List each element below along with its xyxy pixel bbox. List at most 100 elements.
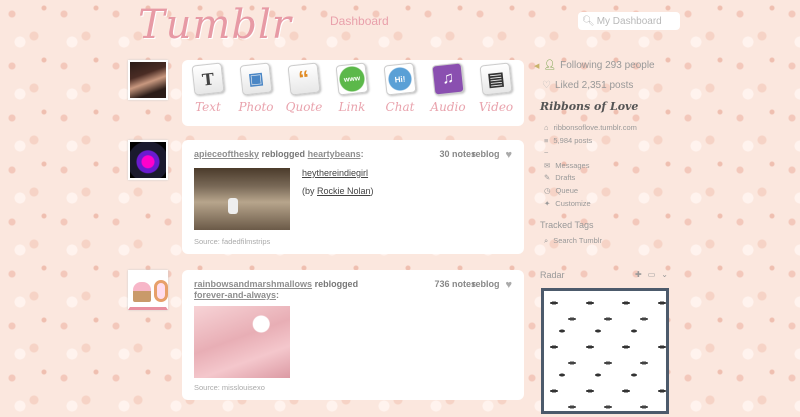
post-type-quote[interactable]: “ Quote <box>282 62 326 114</box>
reblog-icon[interactable]: ✚ <box>635 270 642 280</box>
post-type-label: Link <box>338 100 366 114</box>
post-photo[interactable] <box>194 168 290 230</box>
customize-label: Customize <box>555 198 591 208</box>
blog-url-link[interactable]: ⌂ ribbonsoflove.tumblr.com <box>544 123 684 132</box>
post-type-label: Photo <box>238 100 274 114</box>
post-action: reblogged <box>314 279 359 289</box>
messages-link[interactable]: ✉ Messages <box>544 161 684 170</box>
post-type-link[interactable]: www Link <box>330 62 374 114</box>
post-card: rainbowsandmarshmallows reblogged foreve… <box>182 270 524 400</box>
search-tumblr-label: Search Tumblr <box>553 236 602 246</box>
cupcake-icon <box>133 282 151 302</box>
post-card: apieceofthesky reblogged heartybeans: 30… <box>182 140 524 254</box>
caption-author-link[interactable]: Rockie Nolan <box>317 186 371 196</box>
post-type-label: Video <box>478 100 514 114</box>
quote-icon: “ <box>287 62 321 96</box>
post-type-label: Chat <box>385 100 415 114</box>
post-type-photo[interactable]: ▣ Photo <box>234 62 278 114</box>
like-heart-icon[interactable]: ♥ <box>505 149 512 161</box>
drafts-label: Drafts <box>555 173 576 183</box>
post-source-user-link[interactable]: forever-and-always <box>194 290 276 300</box>
caption-link[interactable]: heythereindiegirl <box>302 168 374 178</box>
post-type-text[interactable]: T Text <box>186 62 230 114</box>
drafts-icon: ✎ <box>544 173 551 183</box>
sidebar: ◀ 👤︎ Following 293 people ♡ Liked 2,351 … <box>534 60 684 249</box>
drafts-link[interactable]: ✎ Drafts <box>544 173 684 182</box>
customize-icon: ✦ <box>544 198 551 208</box>
search-input[interactable]: 🔍︎ My Dashboard <box>578 12 680 30</box>
tumblr-logo[interactable]: Tumblr <box>138 2 292 48</box>
notes-count[interactable]: 736 notes <box>434 279 476 289</box>
follow-icon[interactable]: ⌄ <box>661 270 668 280</box>
post-photo[interactable] <box>194 306 290 378</box>
person-icon: 👤︎ <box>543 60 557 71</box>
own-avatar[interactable] <box>128 60 168 100</box>
queue-label: Queue <box>555 185 579 195</box>
search-icon: ⌕ <box>544 235 549 245</box>
radar-heading: Radar <box>540 270 565 280</box>
post-type-chat[interactable]: Hi! Chat <box>378 62 422 114</box>
post-source[interactable]: Source: misslouisexo <box>194 383 265 392</box>
post-author-link[interactable]: rainbowsandmarshmallows <box>194 279 312 289</box>
radar-controls: ✚ ▭ ⌄ <box>635 270 668 280</box>
caption-by-prefix: (by <box>302 186 318 196</box>
post-type-label: Quote <box>285 100 323 114</box>
colon: : <box>360 149 364 159</box>
post-controls: reblog ♥ <box>472 279 512 291</box>
following-count: Following 293 people <box>560 60 655 71</box>
post-action: reblogged <box>261 149 306 159</box>
post-caption: heythereindiegirl (by Rockie Nolan) <box>302 168 374 196</box>
chat-icon: Hi! <box>383 62 417 96</box>
nav-dashboard-link[interactable]: Dashboard <box>330 14 389 28</box>
tracked-tags-heading: Tracked Tags <box>540 219 594 230</box>
donut-icon <box>154 280 168 302</box>
reblog-button[interactable]: reblog <box>472 279 500 291</box>
liked-count: Liked 2,351 posts <box>554 80 634 91</box>
queue-icon: ◷ <box>544 185 551 195</box>
search-icon: 🔍︎ <box>582 15 595 27</box>
notes-count[interactable]: 30 notes <box>439 149 476 159</box>
messages-label: Messages <box>555 160 590 170</box>
video-icon: ▤ <box>479 62 513 96</box>
envelope-icon: ✉ <box>544 160 551 170</box>
link-icon: www <box>335 62 369 96</box>
tilde-text: ~ <box>544 148 549 158</box>
post-type-bar: T Text ▣ Photo “ Quote www Link Hi! Chat… <box>182 60 524 126</box>
customize-link[interactable]: ✦ Customize <box>544 199 684 208</box>
post-type-audio[interactable]: ♫ Audio <box>426 62 470 114</box>
post-controls: reblog ♥ <box>472 149 512 161</box>
radar-header: Radar ✚ ▭ ⌄ <box>540 270 668 280</box>
arrow-left-icon: ◀ <box>534 62 540 70</box>
post-type-label: Text <box>195 100 221 114</box>
heart-icon: ♡ <box>542 80 551 91</box>
photo-icon: ▣ <box>239 62 273 96</box>
reblog-button[interactable]: reblog <box>472 149 500 161</box>
post-author-link[interactable]: apieceofthesky <box>194 149 259 159</box>
like-heart-icon[interactable]: ♥ <box>505 279 512 291</box>
audio-icon: ♫ <box>431 62 465 96</box>
posts-count: 5,984 posts <box>553 135 593 145</box>
radar-image[interactable] <box>541 288 669 414</box>
post-avatar-2[interactable] <box>128 270 168 310</box>
queue-link[interactable]: ◷ Queue <box>544 186 684 195</box>
search-tumblr-link[interactable]: ⌕ Search Tumblr <box>544 236 684 246</box>
post-header: rainbowsandmarshmallows reblogged foreve… <box>194 279 394 301</box>
post-source-user-link[interactable]: heartybeans <box>308 149 361 159</box>
colon: : <box>276 290 280 300</box>
post-avatar-1[interactable] <box>128 140 168 180</box>
home-icon: ⌂ <box>544 123 549 132</box>
text-icon: T <box>191 62 225 96</box>
blog-title[interactable]: Ribbons of Love <box>540 100 684 113</box>
caption-by-suffix: ) <box>370 186 374 196</box>
posts-link[interactable]: ≡ 5,984 posts <box>544 136 684 145</box>
post-type-video[interactable]: ▤ Video <box>474 62 518 114</box>
like-icon[interactable]: ▭ <box>648 270 656 280</box>
post-source[interactable]: Source: fadedfilmstrips <box>194 237 270 246</box>
search-placeholder: My Dashboard <box>596 15 662 27</box>
blog-url: ribbonsoflove.tumblr.com <box>553 123 637 132</box>
posts-icon: ≡ <box>544 135 549 145</box>
following-row[interactable]: ◀ 👤︎ Following 293 people <box>534 60 684 71</box>
post-type-label: Audio <box>430 100 466 114</box>
tilde-link[interactable]: ~ <box>544 148 684 157</box>
liked-row[interactable]: ♡ Liked 2,351 posts <box>542 80 684 91</box>
